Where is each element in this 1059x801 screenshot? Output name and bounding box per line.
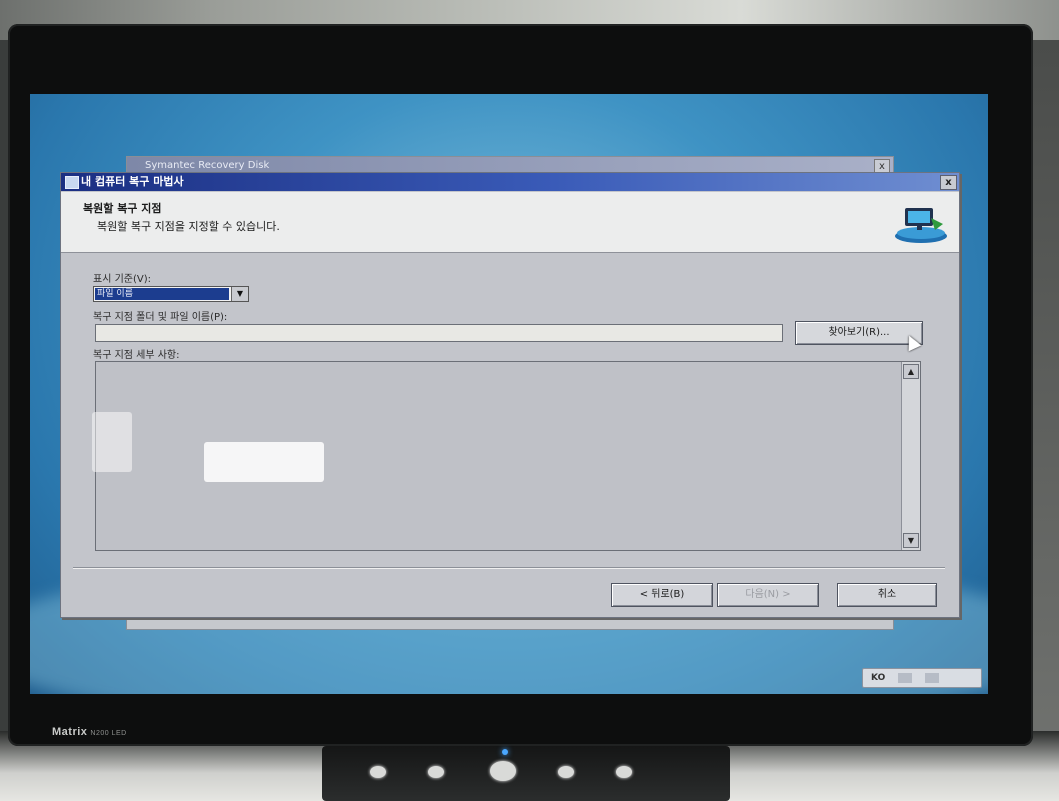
recovery-point-details-box[interactable]: ▲ ▼ [92, 361, 921, 551]
cancel-button[interactable]: 취소 [837, 583, 937, 607]
monitor-model: N200 LED [90, 730, 127, 737]
path-label: 복구 지점 폴더 및 파일 이름(P): [93, 312, 228, 323]
wizard-titlebar[interactable]: 내 컴퓨터 복구 마법사 x [61, 173, 959, 191]
header-subtitle: 복원할 복구 지점을 지정할 수 있습니다. [97, 220, 280, 233]
desktop-screen: Symantec Recovery Disk x 내 컴퓨터 복구 마법사 x … [30, 94, 988, 694]
view-by-selected-value: 파일 이름 [95, 288, 229, 300]
monitor-button-3[interactable] [558, 766, 574, 778]
wizard-close-button[interactable]: x [940, 175, 957, 190]
language-code[interactable]: KO [871, 669, 885, 687]
chevron-down-icon[interactable]: ▼ [231, 287, 248, 301]
monitor-button-1[interactable] [370, 766, 386, 778]
footer-separator [73, 567, 945, 569]
screen-glare [204, 442, 324, 482]
recovery-computer-icon [895, 208, 947, 243]
recovery-point-path-input[interactable] [95, 324, 783, 342]
language-bar[interactable]: KO [862, 668, 982, 688]
keyboard-icon[interactable] [898, 672, 913, 683]
next-button[interactable]: 다음(N) > [717, 583, 819, 607]
monitor-power-button[interactable] [490, 761, 516, 781]
background-window-title: Symantec Recovery Disk [145, 160, 270, 171]
monitor-button-4[interactable] [616, 766, 632, 778]
details-scrollbar[interactable]: ▲ ▼ [901, 362, 920, 550]
wizard-app-icon [65, 176, 79, 189]
monitor-brand-name: Matrix [52, 726, 88, 738]
header-title: 복원할 복구 지점 [83, 202, 162, 215]
view-by-dropdown[interactable]: 파일 이름 ▼ [93, 286, 249, 302]
recovery-wizard-dialog[interactable]: 내 컴퓨터 복구 마법사 x 복원할 복구 지점 복원할 복구 지점을 지정할 … [60, 172, 960, 618]
monitor-brand: Matrix N200 LED [52, 726, 127, 738]
input-mode-icon[interactable] [924, 672, 939, 683]
wizard-header: 복원할 복구 지점 복원할 복구 지점을 지정할 수 있습니다. [61, 192, 959, 253]
view-by-label: 표시 기준(V): [93, 274, 151, 285]
details-label: 복구 지점 세부 사항: [93, 350, 180, 361]
scroll-up-arrow-icon[interactable]: ▲ [903, 364, 919, 379]
monitor-bezel: Symantec Recovery Disk x 내 컴퓨터 복구 마법사 x … [8, 24, 1033, 746]
scroll-down-arrow-icon[interactable]: ▼ [903, 533, 919, 548]
wizard-title: 내 컴퓨터 복구 마법사 [81, 175, 184, 188]
back-button[interactable]: < 뒤로(B) [611, 583, 713, 607]
monitor-button-2[interactable] [428, 766, 444, 778]
monitor-stand [322, 746, 730, 801]
power-led-icon [502, 749, 508, 755]
screen-glare-left [92, 412, 132, 472]
